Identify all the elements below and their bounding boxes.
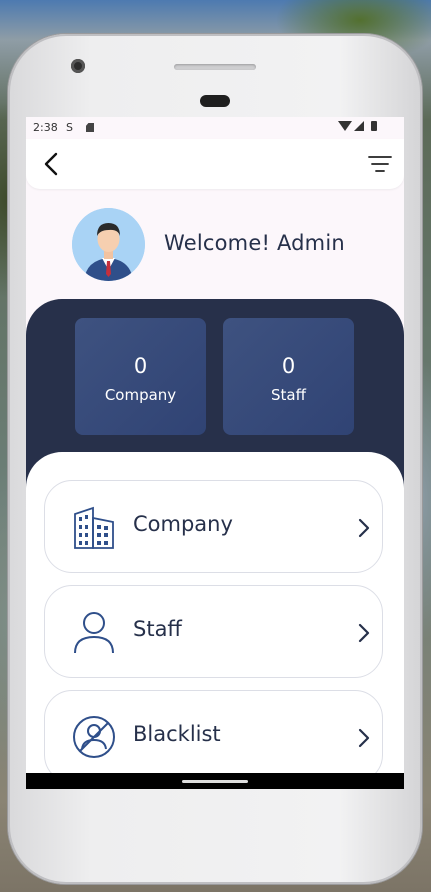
company-count-card[interactable]: 0 Company [75,318,206,435]
chevron-right-icon [358,728,370,748]
company-count: 0 [133,354,148,378]
earpiece-speaker [174,64,256,70]
company-count-label: Company [104,386,177,404]
person-icon [74,612,114,654]
menu-item-label: Company [133,512,233,536]
status-bar: 2:38 S [26,117,404,139]
status-time: 2:38 [33,121,58,134]
app-screen: 2:38 S Welcome! Admin 0 Company 0 Staff … [26,117,404,789]
sd-card-icon [86,123,94,132]
signal-icon [354,121,364,131]
chevron-left-icon[interactable] [40,151,64,177]
navigation-bar [26,773,404,789]
battery-icon [371,121,377,131]
welcome-title: Welcome! Admin [164,231,345,255]
home-gesture-handle[interactable] [182,780,248,783]
menu-item-label: Blacklist [133,722,221,746]
proximity-sensor [200,95,230,107]
avatar [72,208,145,281]
app-bar [26,139,404,189]
chevron-right-icon [358,623,370,643]
blocked-user-icon [73,716,115,758]
admin-avatar-icon [72,208,145,281]
front-camera [71,59,85,73]
chevron-right-icon [358,518,370,538]
notification-s-icon: S [66,121,73,134]
menu-item-staff[interactable]: Staff [44,585,383,678]
menu-item-company[interactable]: Company [44,480,383,573]
filter-menu-icon[interactable] [368,155,392,173]
staff-count-label: Staff [271,386,306,404]
staff-count: 0 [281,354,296,378]
menu-item-label: Staff [133,617,182,641]
menu-item-blacklist[interactable]: Blacklist [44,690,383,783]
staff-count-card[interactable]: 0 Staff [223,318,354,435]
building-icon [74,506,114,549]
wifi-icon [338,121,352,131]
